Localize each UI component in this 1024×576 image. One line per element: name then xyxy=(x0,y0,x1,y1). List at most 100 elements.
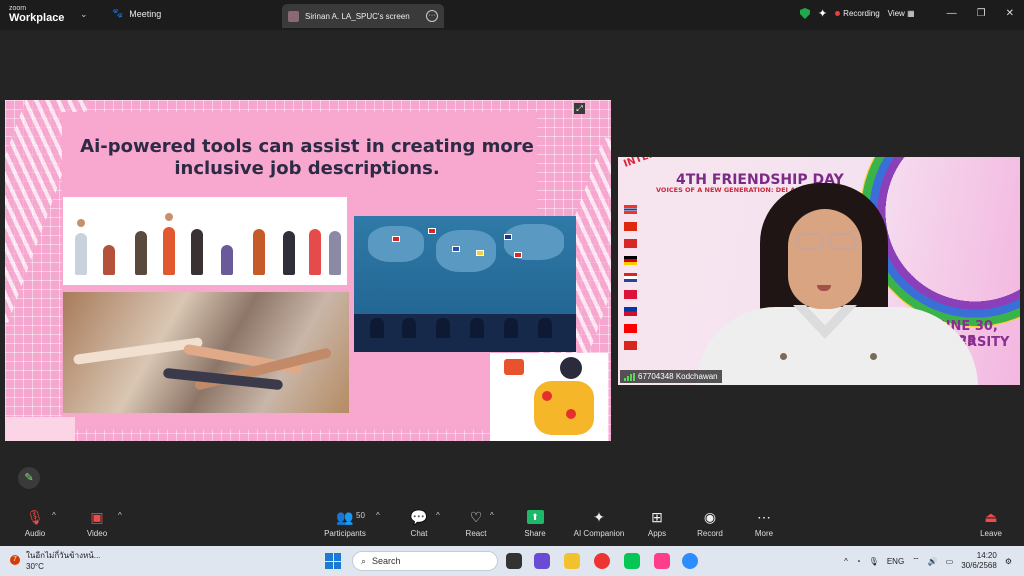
chevron-up-icon[interactable]: ^ xyxy=(118,511,122,520)
slide-title-line1: Ai-powered tools can assist in creating … xyxy=(80,136,534,157)
worker xyxy=(436,318,450,338)
flag-column xyxy=(624,205,638,358)
figure xyxy=(221,245,233,275)
settings-gear-icon[interactable]: ⚙ xyxy=(1005,557,1012,566)
zoom-icon[interactable] xyxy=(682,553,698,569)
shirt-button xyxy=(870,353,877,360)
paw-icon: 🐾 xyxy=(112,8,124,18)
flag-icon xyxy=(624,273,637,282)
mic-icon[interactable]: 🎙 xyxy=(869,557,879,566)
participants-count: 50 xyxy=(356,511,365,520)
zoom-logo: zoom Workplace xyxy=(9,5,64,24)
illustration-shirt xyxy=(534,381,594,435)
chevron-up-icon[interactable]: ^ xyxy=(436,511,440,520)
more-options-icon[interactable]: ··· xyxy=(426,10,438,22)
file-explorer-icon[interactable] xyxy=(564,553,580,569)
world-map-workers-image xyxy=(354,216,576,352)
teams-icon[interactable] xyxy=(534,553,550,569)
camera-icon xyxy=(504,359,524,375)
audio-button[interactable]: 🎙 Audio xyxy=(2,508,68,539)
participant-name-tag: 67704348 Kodchawan xyxy=(620,370,722,383)
chevron-up-icon[interactable]: ^ xyxy=(52,511,56,520)
share-button[interactable]: ⬆ Share xyxy=(502,508,568,538)
participants-button[interactable]: 👥 Participants xyxy=(312,508,378,539)
react-button[interactable]: ♡ React xyxy=(443,508,509,539)
leave-label: Leave xyxy=(980,529,1002,538)
meeting-toolbar: 🎙 Audio ^ ▣ Video ^ 👥 Participants 50 ^ … xyxy=(0,503,1024,543)
weather-text: ในอีกไม่กี่วันข้างหน้... xyxy=(26,551,101,560)
weather-widget[interactable]: 7 ในอีกไม่กี่วันข้างหน้... 30°C xyxy=(10,549,100,571)
screen-thumbnail-icon xyxy=(288,10,299,22)
glasses-left xyxy=(796,233,824,250)
more-icon: ⋯ xyxy=(757,508,771,525)
line-icon[interactable] xyxy=(624,553,640,569)
share-icon-wrap: ⬆ xyxy=(502,508,568,526)
glasses-right xyxy=(829,233,857,250)
share-screen-icon: ⬆ xyxy=(526,510,544,524)
chrome-icon[interactable] xyxy=(594,553,610,569)
worker xyxy=(504,318,518,338)
clock-date: 30/6/2568 xyxy=(961,561,997,570)
figure xyxy=(329,231,341,275)
illustration-dot xyxy=(542,391,552,401)
flag-icon xyxy=(624,256,637,265)
ai-companion-label: AI Companion xyxy=(573,529,625,538)
figure xyxy=(103,245,115,275)
worker xyxy=(370,318,384,338)
language-indicator[interactable]: ENG xyxy=(887,557,904,566)
chevron-down-icon[interactable]: ⌄ xyxy=(80,9,88,20)
flag-icon xyxy=(452,246,460,252)
close-icon[interactable]: ✕ xyxy=(1006,8,1014,19)
tab-shared-screen-label: Sirinan A. LA_SPUC's screen xyxy=(305,11,410,21)
annotate-pen-icon[interactable]: ✎ xyxy=(18,467,40,489)
ai-sparkle-icon[interactable]: ✦ xyxy=(818,7,827,20)
figure-head xyxy=(77,219,85,227)
minimize-icon[interactable]: — xyxy=(947,8,957,19)
participants-label: Participants xyxy=(324,529,366,538)
slide-title: Ai-powered tools can assist in creating … xyxy=(67,136,547,180)
flag-icon xyxy=(624,222,637,231)
clock[interactable]: 14:20 30/6/2568 xyxy=(961,551,997,571)
chevron-up-icon[interactable]: ^ xyxy=(490,511,494,520)
windows-start-icon[interactable] xyxy=(325,553,341,569)
flag-icon xyxy=(624,205,637,214)
volume-icon[interactable]: 🔊 xyxy=(928,557,938,566)
leave-button[interactable]: ⏏ Leave xyxy=(958,508,1024,539)
worker xyxy=(470,318,484,338)
task-view-icon[interactable] xyxy=(506,553,522,569)
figure xyxy=(191,229,203,275)
more-button[interactable]: ⋯ More xyxy=(731,508,797,539)
participants-icon: 👥 xyxy=(336,508,354,525)
chevron-up-icon[interactable]: ^ xyxy=(844,557,848,566)
flag-icon xyxy=(428,228,436,234)
tab-meeting[interactable]: 🐾 Meeting xyxy=(112,8,161,19)
logo-workplace: Workplace xyxy=(9,12,65,24)
participant-face xyxy=(788,209,862,309)
worker xyxy=(538,318,552,338)
chevron-up-icon[interactable]: ^ xyxy=(376,511,380,520)
flag-icon xyxy=(624,307,637,316)
worker xyxy=(402,318,416,338)
taskbar-search[interactable]: ⌕ Search xyxy=(352,551,498,571)
continent xyxy=(504,224,564,260)
wifi-icon[interactable]: ⌔ xyxy=(912,556,920,566)
tab-shared-screen[interactable]: Sirinan A. LA_SPUC's screen ··· xyxy=(282,4,444,28)
ai-companion-button[interactable]: ✦ AI Companion xyxy=(566,508,632,539)
recording-indicator[interactable]: Recording xyxy=(835,9,880,18)
restore-icon[interactable]: ❐ xyxy=(977,8,986,19)
continent xyxy=(436,230,496,272)
heart-icon: ♡ xyxy=(469,508,483,525)
battery-icon[interactable]: ▭ xyxy=(946,557,954,566)
expand-icon[interactable]: ⤢ xyxy=(574,103,585,114)
app-icon[interactable] xyxy=(654,553,670,569)
participant-video[interactable]: INTERNATIONAL 4TH FRIENDSHIP DAY VOICES … xyxy=(618,157,1020,385)
slide-title-line2: inclusive job descriptions. xyxy=(174,158,440,179)
flag-icon xyxy=(624,341,637,350)
view-button[interactable]: View ▦ xyxy=(888,9,915,18)
weather-badge: 7 xyxy=(10,555,20,565)
shield-icon[interactable] xyxy=(799,8,810,19)
figure xyxy=(135,231,147,275)
tray-app-icon[interactable]: ◔ xyxy=(856,557,861,566)
mic-muted-icon: 🎙 xyxy=(26,508,44,525)
more-label: More xyxy=(754,529,774,538)
